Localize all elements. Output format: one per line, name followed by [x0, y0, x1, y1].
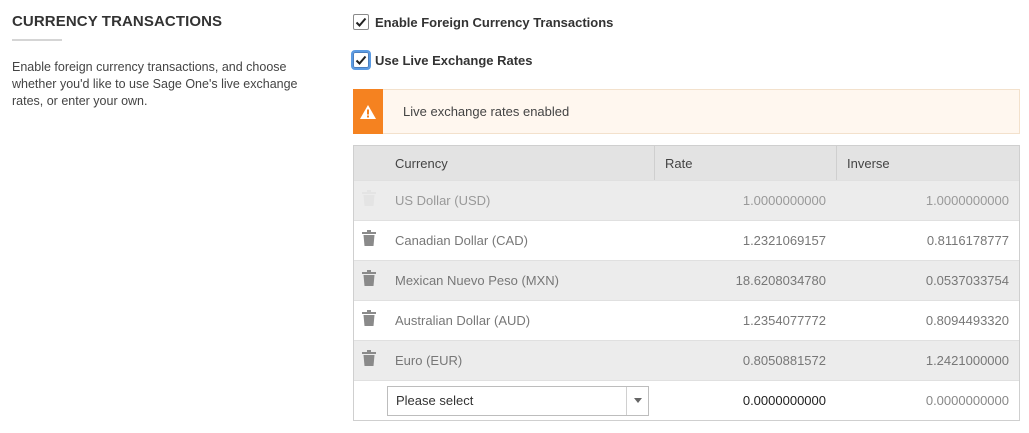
currency-name: US Dollar (USD)	[395, 193, 491, 208]
inverse-value: 0.0000000000	[925, 393, 1009, 408]
rate-value: 1.2321069157	[742, 233, 826, 248]
use-live-rates-checkbox[interactable]	[351, 50, 371, 70]
delete-cell	[354, 301, 384, 341]
enable-foreign-currency-checkbox[interactable]	[353, 14, 369, 30]
section-title: CURRENCY TRANSACTIONS	[12, 13, 223, 30]
inverse-value: 0.0537033754	[925, 273, 1009, 288]
header-inverse: Inverse	[836, 146, 1019, 180]
checkmark-icon	[355, 55, 367, 65]
checkmark-icon	[355, 17, 367, 27]
chevron-down-icon[interactable]	[626, 386, 648, 415]
table-row: Mexican Nuevo Peso (MXN) 18.6208034780 0…	[354, 260, 1019, 300]
rate-value[interactable]: 0.0000000000	[654, 393, 836, 408]
live-rates-alert: Live exchange rates enabled	[353, 89, 1020, 134]
enable-foreign-currency-label: Enable Foreign Currency Transactions	[375, 14, 614, 30]
table-row: Euro (EUR) 0.8050881572 1.2421000000	[354, 340, 1019, 380]
section-description: Enable foreign currency transactions, an…	[12, 60, 298, 108]
delete-cell	[354, 341, 384, 381]
delete-cell	[354, 181, 384, 221]
header-spacer	[354, 146, 384, 180]
enable-foreign-currency-option[interactable]: Enable Foreign Currency Transactions	[353, 14, 613, 30]
currency-select[interactable]: Please select	[387, 385, 649, 416]
table-row: Canadian Dollar (CAD) 1.2321069157 0.811…	[354, 220, 1019, 260]
rate-value: 1.2354077772	[742, 313, 826, 328]
trash-icon	[362, 190, 376, 211]
header-currency: Currency	[395, 155, 448, 171]
currency-select-value: Please select	[396, 393, 474, 408]
trash-icon[interactable]	[362, 270, 376, 291]
inverse-value: 0.8094493320	[925, 313, 1009, 328]
trash-icon[interactable]	[362, 230, 376, 251]
currency-name: Mexican Nuevo Peso (MXN)	[395, 273, 559, 288]
warning-icon	[353, 89, 383, 134]
rate-value: 18.6208034780	[735, 273, 826, 288]
inverse-value: 1.2421000000	[925, 353, 1009, 368]
inverse-value: 0.8116178777	[926, 233, 1009, 248]
use-live-rates-label: Use Live Exchange Rates	[375, 52, 533, 68]
currency-name: Canadian Dollar (CAD)	[395, 233, 528, 248]
table-row: US Dollar (USD) 1.0000000000 1.000000000…	[354, 180, 1019, 220]
title-underline	[12, 39, 62, 41]
alert-message: Live exchange rates enabled	[403, 104, 570, 119]
delete-cell	[354, 381, 384, 421]
new-currency-row: Please select 0.0000000000 0.0000000000	[354, 380, 1019, 420]
use-live-rates-option[interactable]: Use Live Exchange Rates	[351, 50, 533, 70]
trash-icon[interactable]	[362, 310, 376, 331]
rate-value: 0.8050881572	[742, 353, 826, 368]
inverse-value: 1.0000000000	[925, 193, 1009, 208]
rate-value: 1.0000000000	[742, 193, 826, 208]
currency-name: Australian Dollar (AUD)	[395, 313, 531, 328]
table-row: Australian Dollar (AUD) 1.2354077772 0.8…	[354, 300, 1019, 340]
currency-select-cell: Please select	[384, 385, 654, 416]
exchange-rates-table: Currency Rate Inverse US Dollar (USD) 1.…	[353, 145, 1020, 421]
header-rate: Rate	[654, 146, 836, 180]
currency-name: Euro (EUR)	[395, 353, 463, 368]
trash-icon[interactable]	[362, 350, 376, 371]
delete-cell	[354, 261, 384, 301]
table-header: Currency Rate Inverse	[354, 145, 1019, 180]
delete-cell	[354, 221, 384, 261]
